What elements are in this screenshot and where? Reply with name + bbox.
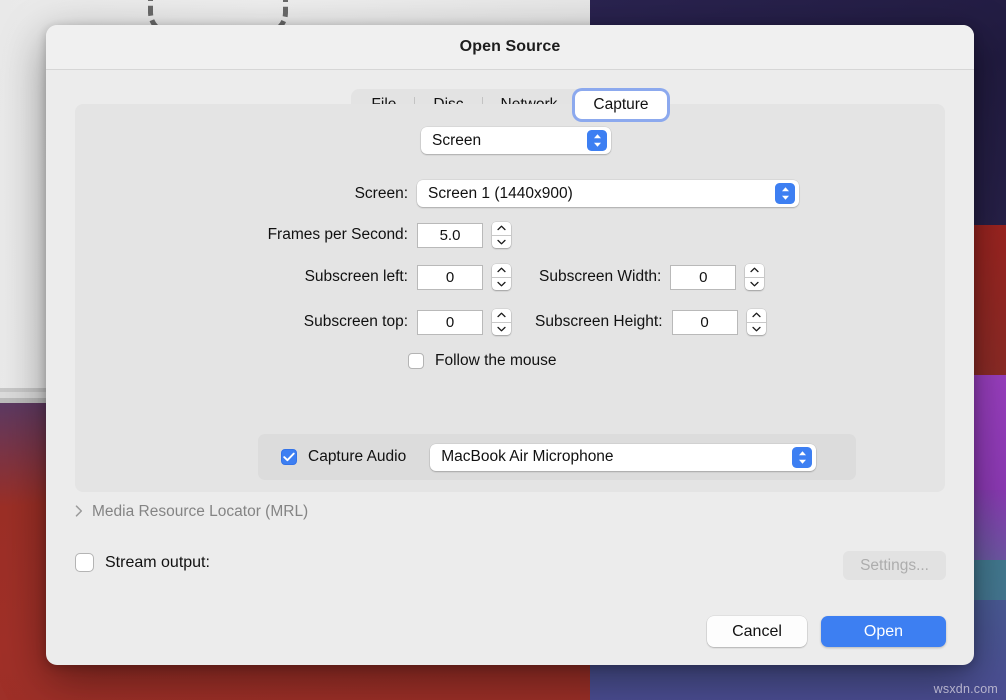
- dialog-title: Open Source: [460, 38, 561, 56]
- subscreen-top-height-row: Subscreen top: 0 Subscreen Height: 0: [75, 309, 766, 335]
- open-source-dialog: Open Source File Disc Network Capture Sc…: [46, 25, 974, 665]
- stepper-down-icon[interactable]: [492, 278, 511, 291]
- capture-audio-groupbox: Capture Audio MacBook Air Microphone: [258, 434, 856, 480]
- stream-output-checkbox[interactable]: [75, 553, 94, 572]
- watermark: wsxdn.com: [934, 682, 998, 696]
- stepper-up-icon[interactable]: [492, 222, 511, 235]
- subscreen-left-stepper[interactable]: [492, 264, 511, 290]
- screen-value: Screen 1 (1440x900): [428, 185, 573, 203]
- chevron-up-down-icon: [587, 130, 607, 151]
- stepper-up-icon[interactable]: [492, 264, 511, 277]
- open-button[interactable]: Open: [821, 616, 946, 647]
- subscreen-width-input[interactable]: 0: [670, 265, 736, 290]
- capture-audio-checkbox[interactable]: [281, 449, 297, 465]
- stepper-down-icon[interactable]: [745, 278, 764, 291]
- subscreen-height-input[interactable]: 0: [672, 310, 738, 335]
- follow-mouse-row[interactable]: Follow the mouse: [408, 352, 556, 370]
- audio-device-popup[interactable]: MacBook Air Microphone: [430, 444, 816, 471]
- capture-mode-value: Screen: [432, 132, 481, 150]
- stepper-up-icon[interactable]: [747, 309, 766, 322]
- stepper-up-icon[interactable]: [745, 264, 764, 277]
- screen-popup[interactable]: Screen 1 (1440x900): [417, 180, 799, 207]
- stepper-down-icon[interactable]: [492, 236, 511, 249]
- cancel-button[interactable]: Cancel: [707, 616, 807, 647]
- audio-device-value: MacBook Air Microphone: [441, 448, 613, 466]
- fps-stepper[interactable]: [492, 222, 511, 248]
- stepper-down-icon[interactable]: [492, 323, 511, 336]
- capture-settings-panel: Screen Screen: Screen 1 (1440x900): [75, 104, 945, 492]
- mrl-label: Media Resource Locator (MRL): [92, 503, 308, 521]
- subscreen-width-label: Subscreen Width:: [539, 268, 661, 286]
- follow-mouse-checkbox[interactable]: [408, 353, 424, 369]
- dialog-titlebar: Open Source: [46, 25, 974, 70]
- stepper-down-icon[interactable]: [747, 323, 766, 336]
- capture-mode-row: Screen: [421, 127, 611, 154]
- screen-row: Screen: Screen 1 (1440x900): [75, 180, 835, 207]
- subscreen-top-label: Subscreen top:: [75, 313, 408, 331]
- chevron-up-down-icon: [775, 183, 795, 204]
- subscreen-top-input[interactable]: 0: [417, 310, 483, 335]
- follow-mouse-label: Follow the mouse: [435, 352, 556, 370]
- screen-label: Screen:: [75, 185, 408, 203]
- dialog-footer-buttons: Cancel Open: [707, 616, 946, 647]
- subscreen-height-label: Subscreen Height:: [535, 313, 663, 331]
- subscreen-top-stepper[interactable]: [492, 309, 511, 335]
- desktop-background: Open Source File Disc Network Capture Sc…: [0, 0, 1006, 700]
- fps-input[interactable]: 5.0: [417, 223, 483, 248]
- fps-label: Frames per Second:: [75, 226, 408, 244]
- mrl-disclosure-row[interactable]: Media Resource Locator (MRL): [75, 503, 308, 521]
- stepper-up-icon[interactable]: [492, 309, 511, 322]
- subscreen-height-stepper[interactable]: [747, 309, 766, 335]
- subscreen-left-input[interactable]: 0: [417, 265, 483, 290]
- subscreen-left-label: Subscreen left:: [75, 268, 408, 286]
- stream-output-label: Stream output:: [105, 554, 210, 572]
- subscreen-width-stepper[interactable]: [745, 264, 764, 290]
- fps-row: Frames per Second: 5.0: [75, 222, 511, 248]
- stream-settings-button[interactable]: Settings...: [843, 551, 946, 580]
- chevron-up-down-icon: [792, 447, 812, 468]
- subscreen-left-width-row: Subscreen left: 0 Subscreen Width: 0: [75, 264, 764, 290]
- chevron-right-icon[interactable]: [75, 505, 83, 519]
- capture-audio-label: Capture Audio: [308, 448, 406, 466]
- capture-mode-popup[interactable]: Screen: [421, 127, 611, 154]
- tab-capture[interactable]: Capture: [575, 91, 666, 119]
- stream-output-row[interactable]: Stream output:: [75, 553, 210, 572]
